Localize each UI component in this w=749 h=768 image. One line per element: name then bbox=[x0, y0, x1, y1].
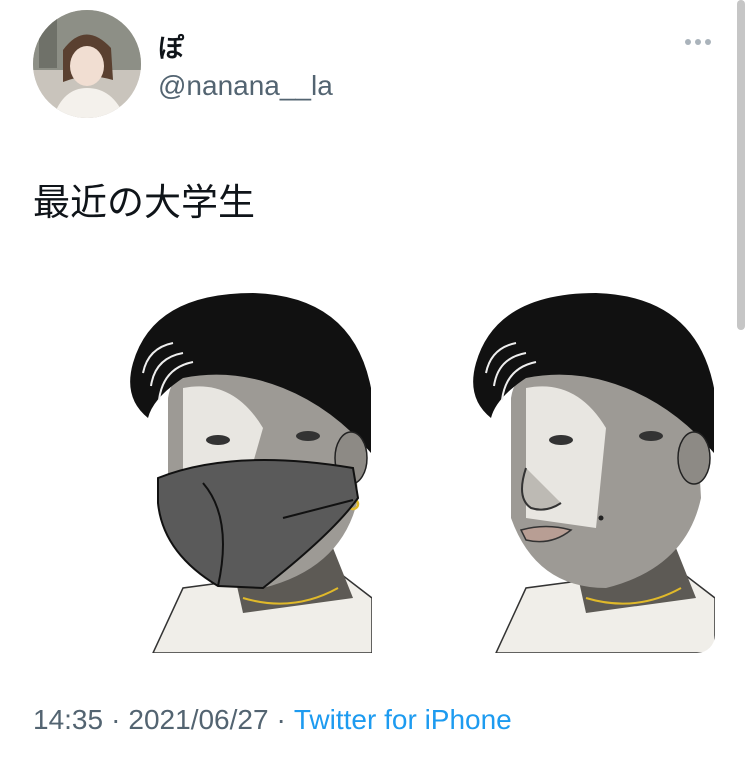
tweet-text: 最近の大学生 bbox=[33, 181, 255, 224]
tweet-date[interactable]: 2021/06/27 bbox=[128, 704, 268, 735]
handle[interactable]: @nanana__la bbox=[158, 70, 333, 102]
media-image-masked[interactable] bbox=[33, 268, 372, 653]
media-image-unmasked[interactable] bbox=[376, 268, 715, 653]
tweet-time[interactable]: 14:35 bbox=[33, 704, 103, 735]
more-icon-dot bbox=[705, 39, 711, 45]
meta-separator: · bbox=[111, 704, 121, 735]
tweet: ぽ @nanana__la 最近の大学生 14:35 · 2021/06/27 … bbox=[0, 0, 749, 768]
more-options-button[interactable] bbox=[680, 30, 716, 54]
media-grid bbox=[33, 268, 715, 653]
more-icon-dot bbox=[685, 39, 691, 45]
scrollbar[interactable] bbox=[737, 0, 745, 330]
tweet-source-link[interactable]: Twitter for iPhone bbox=[294, 704, 512, 735]
avatar[interactable] bbox=[33, 10, 141, 118]
illustration-unmasked-face bbox=[376, 268, 715, 653]
more-icon-dot bbox=[695, 39, 701, 45]
tweet-meta: 14:35 · 2021/06/27 · Twitter for iPhone bbox=[33, 704, 512, 736]
meta-separator: · bbox=[276, 704, 286, 735]
illustration-masked-face bbox=[33, 268, 372, 653]
display-name[interactable]: ぽ bbox=[158, 28, 184, 65]
avatar-photo bbox=[33, 10, 141, 118]
